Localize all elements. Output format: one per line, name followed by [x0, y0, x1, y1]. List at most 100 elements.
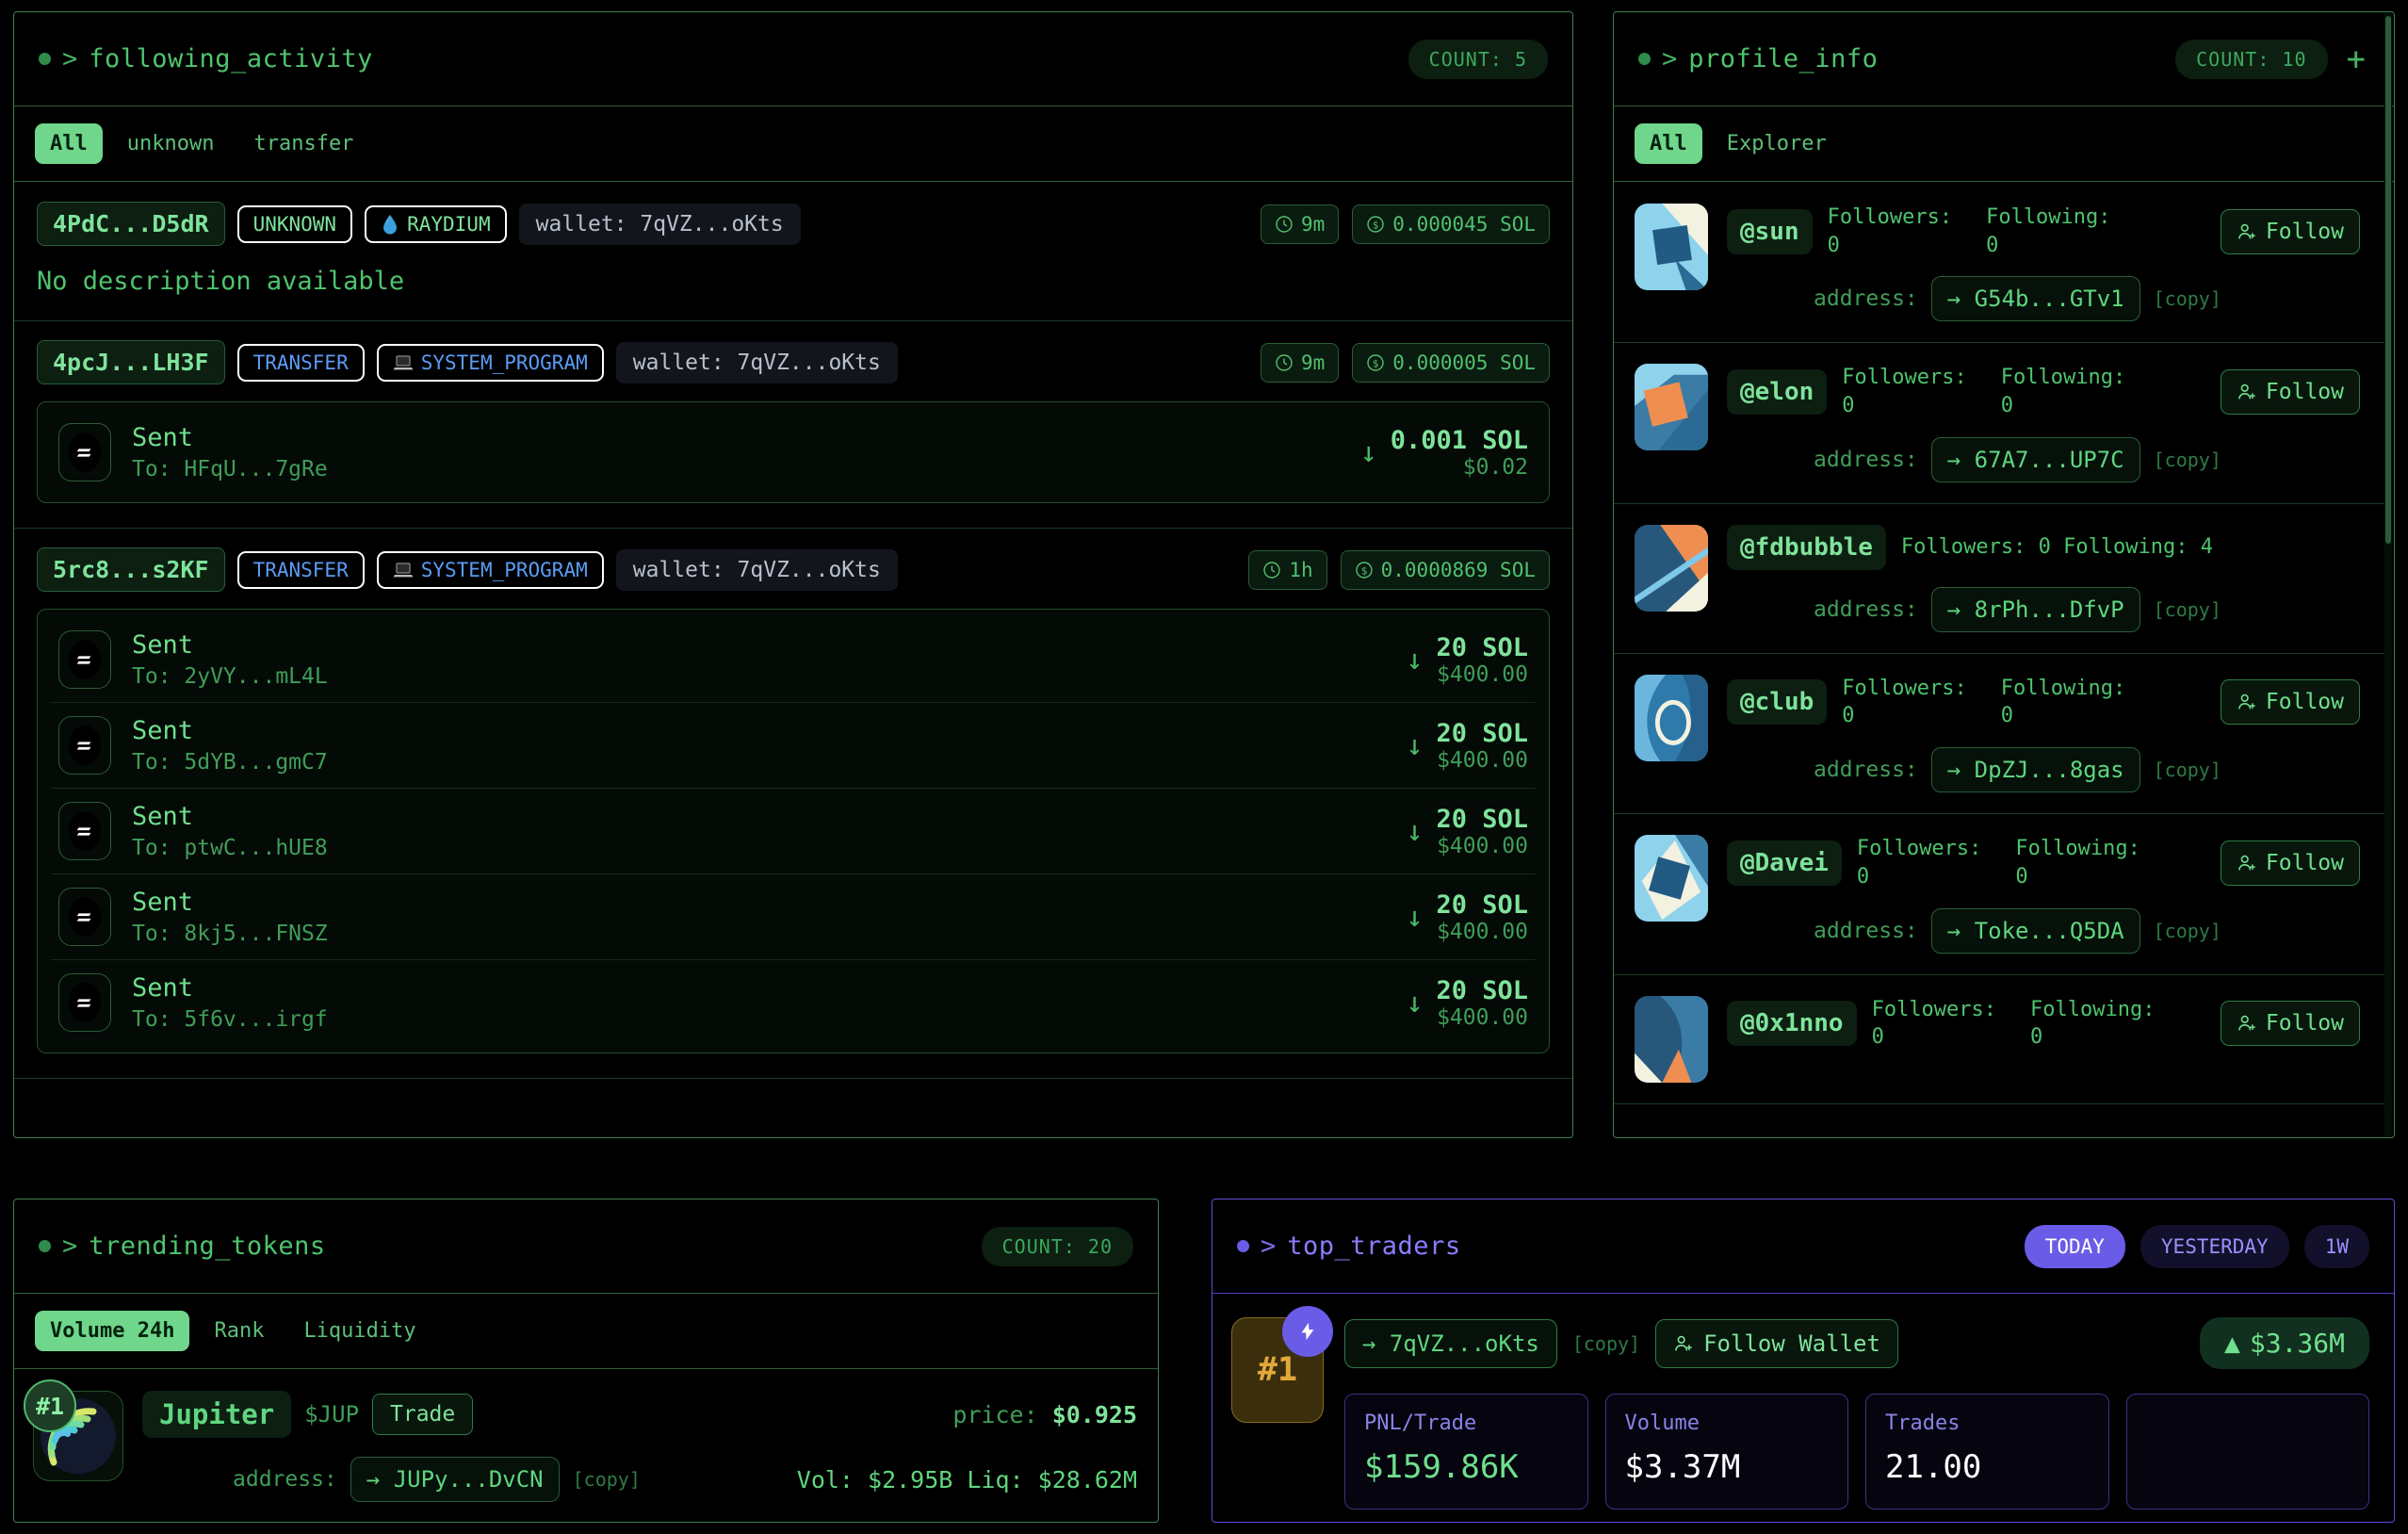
transaction-header: 4pcJ...LH3FTRANSFERSYSTEM_PROGRAMwallet:…: [37, 340, 1550, 384]
sort-chip-volume-24h[interactable]: Volume 24h: [35, 1311, 189, 1351]
profile-handle[interactable]: @club: [1727, 679, 1827, 725]
profile-list-scrollbar[interactable]: [2384, 12, 2392, 1137]
following-count: 0: [2015, 863, 2140, 891]
copy-button[interactable]: [copy]: [2154, 598, 2221, 621]
transaction-type-label: UNKNOWN: [253, 213, 337, 236]
profile-handle[interactable]: @sun: [1727, 209, 1813, 254]
token-summary: Jupiter$JUPTradeprice: $0.925: [142, 1391, 1137, 1438]
address-label: address:: [1814, 597, 1918, 622]
transaction-wallet: wallet: 7qVZ...oKts: [519, 204, 801, 245]
address-label: address:: [1814, 919, 1918, 943]
transaction-fee-badge: $0.000045 SOL: [1352, 204, 1550, 244]
profile-row: @club Followers:0Following:0 Follow address…: [1614, 654, 2384, 814]
copy-button[interactable]: [copy]: [2154, 449, 2221, 471]
status-dot-icon: [39, 53, 51, 65]
metric-label: Trades: [1885, 1412, 2090, 1435]
timeframe-today[interactable]: TODAY: [2025, 1225, 2125, 1268]
following-stat: Following:0: [2030, 996, 2155, 1052]
transfer-info: SentTo: 5dYB...gmC7: [132, 716, 328, 775]
profile-stats-columns: Followers:0Following:0: [1842, 675, 2205, 730]
profile-handle[interactable]: @0x1nno: [1727, 1001, 1857, 1046]
follow-button-label: Follow: [2266, 690, 2344, 714]
arrow-down-icon: ↓: [1360, 436, 1377, 469]
transfer-amount-usd: $400.00: [1436, 1005, 1528, 1030]
transaction-type-label: TRANSFER: [253, 559, 349, 581]
transaction-time-badge: 9m: [1261, 204, 1339, 244]
transfer-row: SentTo: 2yVY...mL4L↓20 SOL$400.00: [51, 617, 1536, 703]
timeframe-yesterday[interactable]: YESTERDAY: [2140, 1225, 2289, 1268]
following-stat: Following:0: [1986, 204, 2110, 259]
followers-stat: Followers:0: [1842, 364, 1966, 419]
wallet-address-pill[interactable]: → 7qVZ...oKts: [1344, 1319, 1557, 1368]
follow-wallet-button[interactable]: Follow Wallet: [1655, 1319, 1898, 1368]
address-pill[interactable]: → DpZJ...8gas: [1931, 747, 2140, 792]
token-list[interactable]: #1Jupiter$JUPTradeprice: $0.925address:→…: [14, 1370, 1158, 1522]
trader-list[interactable]: #1→ 7qVZ...oKts[copy]Follow Wallet▲$3.36…: [1212, 1295, 2394, 1522]
address-pill[interactable]: → Toke...Q5DA: [1931, 908, 2140, 954]
copy-button[interactable]: [copy]: [573, 1468, 641, 1491]
profile-stats-columns: Followers:0Following:0: [1842, 364, 2205, 419]
app-root: > following_activity COUNT: 5 Allunknown…: [0, 0, 2408, 1534]
add-profile-button[interactable]: +: [2343, 43, 2369, 75]
profile-address-row: address:→ G54b...GTv1[copy]: [1727, 276, 2360, 321]
timeframe-1w[interactable]: 1W: [2304, 1225, 2369, 1268]
copy-button[interactable]: [copy]: [2154, 759, 2221, 781]
transaction-meta: 9m$0.000005 SOL: [1261, 343, 1550, 383]
transaction-program-tag: SYSTEM_PROGRAM: [377, 551, 604, 589]
follow-button[interactable]: Follow: [2221, 209, 2360, 254]
copy-button[interactable]: [copy]: [2154, 287, 2221, 310]
clock-icon: [1275, 353, 1293, 372]
profile-handle[interactable]: @Davei: [1727, 840, 1842, 886]
followers-label: Followers:: [1857, 835, 1981, 863]
profile-handle[interactable]: @fdbubble: [1727, 525, 1886, 570]
profile-list[interactable]: @sunFollowers:0Following:0Followaddress:…: [1614, 183, 2384, 1137]
profile-handle[interactable]: @elon: [1727, 369, 1827, 415]
profile-stats-columns: Followers:0Following:0: [1872, 996, 2205, 1052]
filter-chip-transfer[interactable]: transfer: [238, 123, 368, 164]
sort-chip-liquidity[interactable]: Liquidity: [288, 1311, 431, 1351]
follow-button[interactable]: Follow: [2221, 369, 2360, 415]
transfer-recipient: To: 5dYB...gmC7: [132, 750, 328, 775]
transfer-amount-group: ↓0.001 SOL$0.02: [1360, 426, 1528, 480]
transaction-signature[interactable]: 4PdC...D5dR: [37, 202, 225, 246]
filter-chip-all[interactable]: All: [1635, 123, 1702, 164]
dollar-icon: $: [1366, 353, 1385, 372]
transfer-amount-sol: 20 SOL: [1436, 719, 1528, 748]
followers-count: 0: [1842, 702, 1966, 730]
panel-title-group: > following_activity: [39, 44, 373, 73]
panel-title-group: > top_traders: [1237, 1232, 1461, 1261]
sort-chip-rank[interactable]: Rank: [199, 1311, 279, 1351]
token-price: price: $0.925: [952, 1401, 1137, 1428]
address-pill[interactable]: → G54b...GTv1: [1931, 276, 2140, 321]
follow-button[interactable]: Follow: [2221, 679, 2360, 725]
avatar: [1635, 525, 1708, 612]
follow-button[interactable]: Follow: [2221, 840, 2360, 886]
filter-chip-explorer[interactable]: Explorer: [1712, 123, 1842, 164]
transaction-signature[interactable]: 4pcJ...LH3F: [37, 340, 225, 384]
address-pill[interactable]: → 8rPh...DfvP: [1931, 587, 2140, 632]
copy-button[interactable]: [copy]: [2154, 920, 2221, 942]
token-volume-liquidity: Vol: $2.95B Liq: $28.62M: [797, 1466, 1137, 1493]
profile-summary: @sunFollowers:0Following:0Follow: [1727, 204, 2360, 259]
header-right: COUNT: 10 +: [2175, 40, 2369, 79]
address-label: address:: [233, 1467, 337, 1492]
transfer-icon-frame: [58, 802, 111, 860]
copy-button[interactable]: [copy]: [1572, 1332, 1640, 1355]
follow-button[interactable]: Follow: [2221, 1001, 2360, 1046]
profile-body: @fdbubbleFollowers: 0 Following: 4addres…: [1727, 525, 2360, 632]
filter-chip-all[interactable]: All: [35, 123, 103, 164]
filter-chip-unknown[interactable]: unknown: [112, 123, 230, 164]
trade-button[interactable]: Trade: [372, 1394, 473, 1435]
transaction-signature[interactable]: 5rc8...s2KF: [37, 547, 225, 592]
address-label: address:: [1814, 758, 1918, 782]
token-name[interactable]: Jupiter: [142, 1391, 291, 1438]
transfer-info: SentTo: 8kj5...FNSZ: [132, 888, 328, 946]
address-pill[interactable]: → JUPy...DvCN: [350, 1457, 560, 1502]
transfer-info: SentTo: HFqU...7gRe: [132, 423, 328, 481]
rank-badge: #1: [24, 1379, 76, 1432]
address-pill[interactable]: → 67A7...UP7C: [1931, 437, 2140, 482]
arrow-down-icon: ↓: [1406, 987, 1423, 1020]
transfer-icon-frame: [58, 888, 111, 946]
following-activity-list[interactable]: 4PdC...D5dRUNKNOWNRAYDIUMwallet: 7qVZ...…: [14, 183, 1572, 1137]
transfer-amount-group: ↓20 SOL$400.00: [1406, 633, 1528, 687]
